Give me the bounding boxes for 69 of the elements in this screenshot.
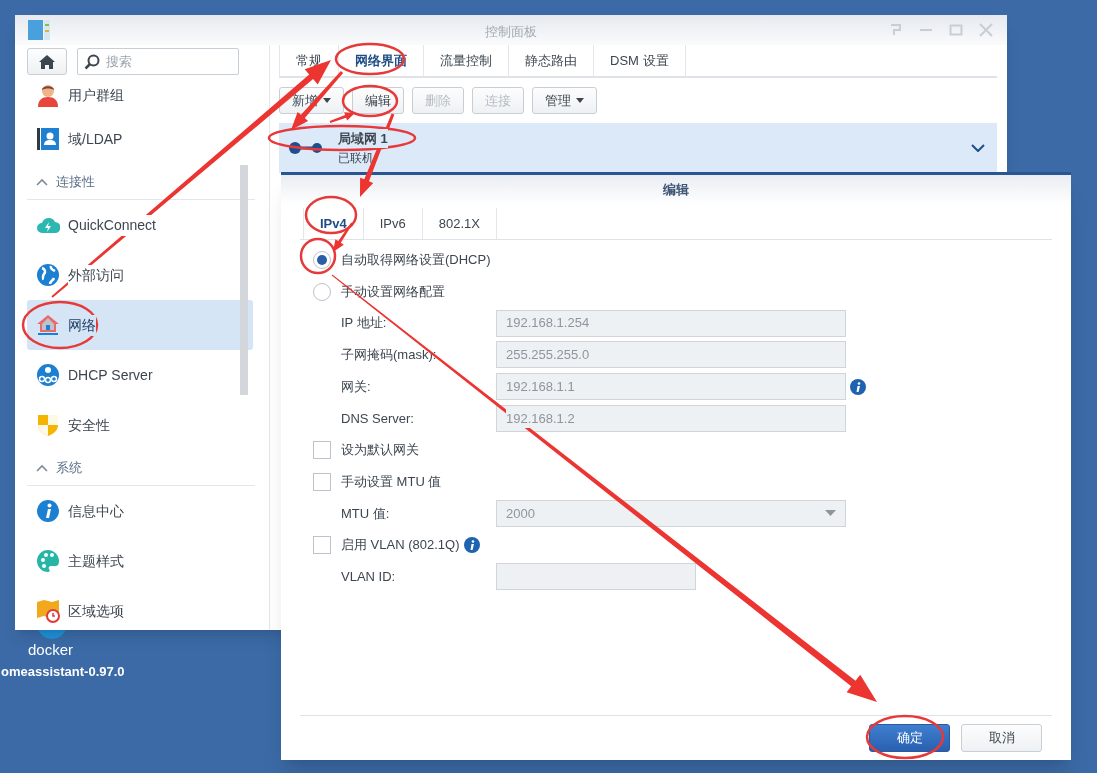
item-icon (36, 263, 60, 287)
radio-button[interactable] (313, 282, 331, 301)
field-label: IP 地址: (341, 314, 388, 333)
close-icon (979, 23, 993, 37)
sidebar-item[interactable]: 外部访问 (27, 250, 253, 300)
window-title: 控制面板 (485, 23, 537, 41)
field-label: 网关: (341, 377, 372, 396)
checkbox-label: 启用 VLAN (802.1Q) (341, 536, 460, 555)
sidebar-item[interactable]: 用户群组 (27, 76, 253, 114)
tab[interactable]: 802.1X (421, 208, 497, 239)
sidebar-item[interactable]: 区域选项 (27, 586, 253, 630)
sidebar-item[interactable]: 域/LDAP (27, 114, 253, 164)
item-icon (36, 83, 60, 107)
interface-row[interactable]: 局域网 1 已联机 (279, 123, 997, 173)
desktop-icon-label[interactable]: omeassistant-0.97.0 (1, 662, 125, 682)
cancel-button[interactable]: 取消 (961, 724, 1042, 752)
checkbox-label: 手动设置 MTU 值 (341, 472, 442, 491)
app-logo-icon (27, 18, 51, 42)
home-icon (38, 53, 56, 70)
search-field[interactable]: 搜索 (77, 48, 239, 75)
dropdown-caret-icon (323, 98, 331, 103)
interface-status: 已联机 (338, 150, 375, 168)
tab[interactable]: 流量控制 (423, 45, 508, 76)
sidebar-item[interactable]: QuickConnect (27, 200, 253, 250)
field-label: VLAN ID: (341, 567, 397, 586)
field-label: MTU 值: (341, 504, 391, 523)
sidebar-item[interactable]: 网络 (27, 300, 253, 350)
dropdown-caret-icon (825, 510, 836, 517)
connection-icon (289, 142, 323, 154)
item-icon (36, 599, 60, 623)
sidebar-item[interactable]: 主题样式 (27, 536, 253, 586)
sidebar-item[interactable]: DHCP Server (27, 350, 253, 400)
checkbox[interactable] (313, 440, 331, 459)
sidebar-item[interactable]: 信息中心 (27, 486, 253, 536)
item-icon (36, 313, 60, 337)
radio-button[interactable] (313, 250, 331, 269)
checkbox[interactable] (313, 536, 331, 555)
item-icon (36, 499, 60, 523)
checkbox-label: 设为默认网关 (341, 441, 419, 460)
dropdown-caret-icon (576, 98, 584, 103)
dialog-title: 编辑 (663, 181, 689, 200)
scrollbar-thumb[interactable] (240, 165, 248, 395)
tab[interactable]: 静态路由 (508, 45, 593, 76)
home-button[interactable] (27, 48, 67, 75)
item-icon (36, 549, 60, 573)
item-icon (36, 413, 60, 437)
desktop-icon-label[interactable]: docker (28, 639, 74, 662)
tab[interactable]: IPv6 (362, 208, 422, 239)
checkbox[interactable] (313, 472, 331, 491)
field-label: 子网掩码(mask): (341, 346, 438, 365)
item-icon (36, 363, 60, 387)
annotation-ellipse (341, 84, 399, 118)
annotation-ellipse (299, 237, 337, 275)
section-header[interactable]: 系统 (56, 457, 82, 478)
search-icon (84, 54, 100, 70)
expand-chevron-icon (971, 144, 985, 152)
field-label: DNS Server: (341, 409, 415, 428)
interface-name: 局域网 1 (338, 128, 388, 149)
option-label: 自动取得网络设置(DHCP) (341, 251, 491, 270)
toolbar-button[interactable]: 管理 (532, 87, 597, 114)
annotation-ellipse (304, 195, 358, 235)
item-icon (36, 127, 60, 151)
annotation-ellipse (334, 42, 406, 76)
ok-button[interactable]: 确定 (869, 724, 950, 752)
help-icon (889, 23, 903, 37)
section-header[interactable]: 连接性 (56, 171, 95, 192)
sidebar-item[interactable]: 安全性 (27, 400, 253, 450)
tab[interactable]: DSM 设置 (593, 45, 686, 76)
maximize-icon (949, 23, 963, 37)
